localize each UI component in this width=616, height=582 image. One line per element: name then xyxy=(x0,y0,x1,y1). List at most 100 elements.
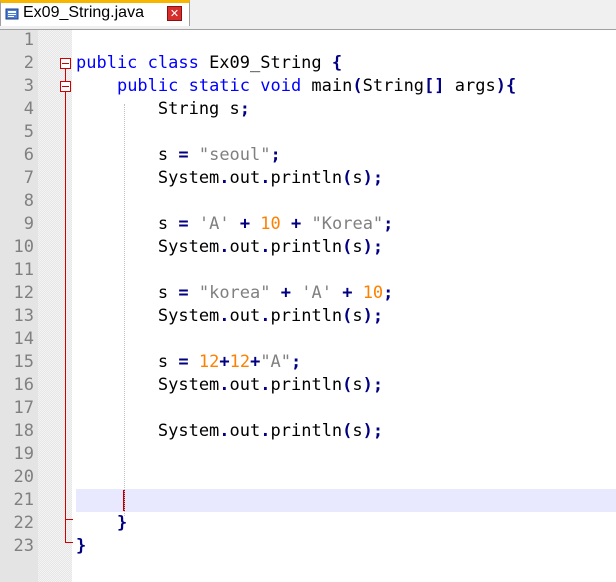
code-line[interactable]: public class Ex09_String { xyxy=(76,52,342,75)
code-token: . xyxy=(219,237,230,257)
code-token: "A" xyxy=(260,352,292,372)
current-line-highlight xyxy=(76,489,616,512)
line-number: 7 xyxy=(23,168,34,188)
line-number: 5 xyxy=(23,122,34,142)
code-token: . xyxy=(260,168,271,188)
code-token: ( xyxy=(342,375,353,395)
code-token: println xyxy=(270,421,343,441)
tab-ex09-string[interactable]: Ex09_String.java ✕ xyxy=(0,0,190,26)
code-line[interactable]: } xyxy=(76,535,86,558)
line-number: 13 xyxy=(13,306,34,326)
close-icon[interactable]: ✕ xyxy=(167,6,182,21)
code-token: System xyxy=(76,375,220,395)
code-token: s xyxy=(76,352,179,372)
code-token: 10 xyxy=(260,214,281,234)
code-line[interactable]: String s; xyxy=(76,98,250,121)
code-token: ); xyxy=(362,168,384,188)
fold-line xyxy=(65,519,66,542)
line-number: 2 xyxy=(23,53,34,73)
fold-toggle-class[interactable] xyxy=(60,58,71,69)
code-token: s xyxy=(352,306,363,326)
code-token: String s xyxy=(76,99,240,119)
code-line[interactable]: System.out.println(s); xyxy=(76,167,383,190)
code-line[interactable]: } xyxy=(76,512,127,535)
code-token: } xyxy=(76,536,87,556)
code-token: [] xyxy=(424,76,455,96)
fold-toggle-main[interactable] xyxy=(60,81,71,92)
code-token: 'A' xyxy=(198,214,230,234)
code-token: . xyxy=(260,375,271,395)
code-token: { xyxy=(331,53,343,73)
code-token: . xyxy=(260,237,271,257)
code-line[interactable]: public static void main(String[] args){ xyxy=(76,75,516,98)
code-token: String xyxy=(362,76,425,96)
code-token: 10 xyxy=(362,283,384,303)
code-line[interactable]: s = "seoul"; xyxy=(76,144,281,167)
code-token: s xyxy=(352,168,363,188)
code-token: println xyxy=(270,168,343,188)
line-number: 19 xyxy=(13,444,34,464)
code-token: public static void xyxy=(116,76,312,96)
line-number: 21 xyxy=(13,490,34,510)
code-token: ); xyxy=(362,421,384,441)
fold-line xyxy=(65,92,66,519)
code-token: ( xyxy=(352,76,363,96)
code-token: s xyxy=(76,283,179,303)
file-icon xyxy=(5,8,19,20)
line-number: 17 xyxy=(13,398,34,418)
code-token: System xyxy=(76,421,220,441)
code-token: out xyxy=(229,375,261,395)
code-token: ); xyxy=(362,237,384,257)
code-token: "seoul" xyxy=(198,145,271,165)
code-token: System xyxy=(76,306,220,326)
code-token: . xyxy=(219,306,230,326)
line-number: 4 xyxy=(23,99,34,119)
line-number: 22 xyxy=(13,513,34,533)
line-number: 15 xyxy=(13,352,34,372)
code-line[interactable]: s = 'A' + 10 + "Korea"; xyxy=(76,213,394,236)
code-line[interactable]: s = 12+12+"A"; xyxy=(76,351,301,374)
code-token: = xyxy=(178,214,199,234)
code-token: s xyxy=(76,214,179,234)
line-number: 14 xyxy=(13,329,34,349)
code-line[interactable]: System.out.println(s); xyxy=(76,305,383,328)
code-token: ; xyxy=(270,145,281,165)
code-token: + xyxy=(280,283,302,303)
code-line[interactable]: s = "korea" + 'A' + 10; xyxy=(76,282,394,305)
code-token: out xyxy=(229,421,261,441)
line-number: 12 xyxy=(13,283,34,303)
code-token: out xyxy=(229,237,261,257)
code-token: ( xyxy=(342,168,353,188)
code-line[interactable]: System.out.println(s); xyxy=(76,374,383,397)
code-token: . xyxy=(260,306,271,326)
code-token: s xyxy=(352,421,363,441)
code-line[interactable]: System.out.println(s); xyxy=(76,236,383,259)
code-token: . xyxy=(219,375,230,395)
line-number: 18 xyxy=(13,421,34,441)
code-token: Ex09_String xyxy=(209,53,332,73)
tab-label: Ex09_String.java xyxy=(23,4,144,21)
code-token: System xyxy=(76,168,220,188)
code-token: . xyxy=(219,168,230,188)
code-line[interactable]: System.out.println(s); xyxy=(76,420,383,443)
code-token: println xyxy=(270,237,343,257)
code-token: 12 xyxy=(198,352,220,372)
line-number: 16 xyxy=(13,375,34,395)
code-token: 12 xyxy=(229,352,251,372)
code-token: + xyxy=(291,214,312,234)
line-number: 20 xyxy=(13,467,34,487)
fold-margin xyxy=(38,30,72,582)
code-token: ; xyxy=(383,214,394,234)
line-number: 10 xyxy=(13,237,34,257)
code-token: println xyxy=(270,375,343,395)
code-token: s xyxy=(352,375,363,395)
code-token: 'A' xyxy=(301,283,332,303)
fold-end-marker xyxy=(65,519,73,520)
line-number: 11 xyxy=(13,260,34,280)
code-token: out xyxy=(229,306,261,326)
code-token: ); xyxy=(362,306,384,326)
